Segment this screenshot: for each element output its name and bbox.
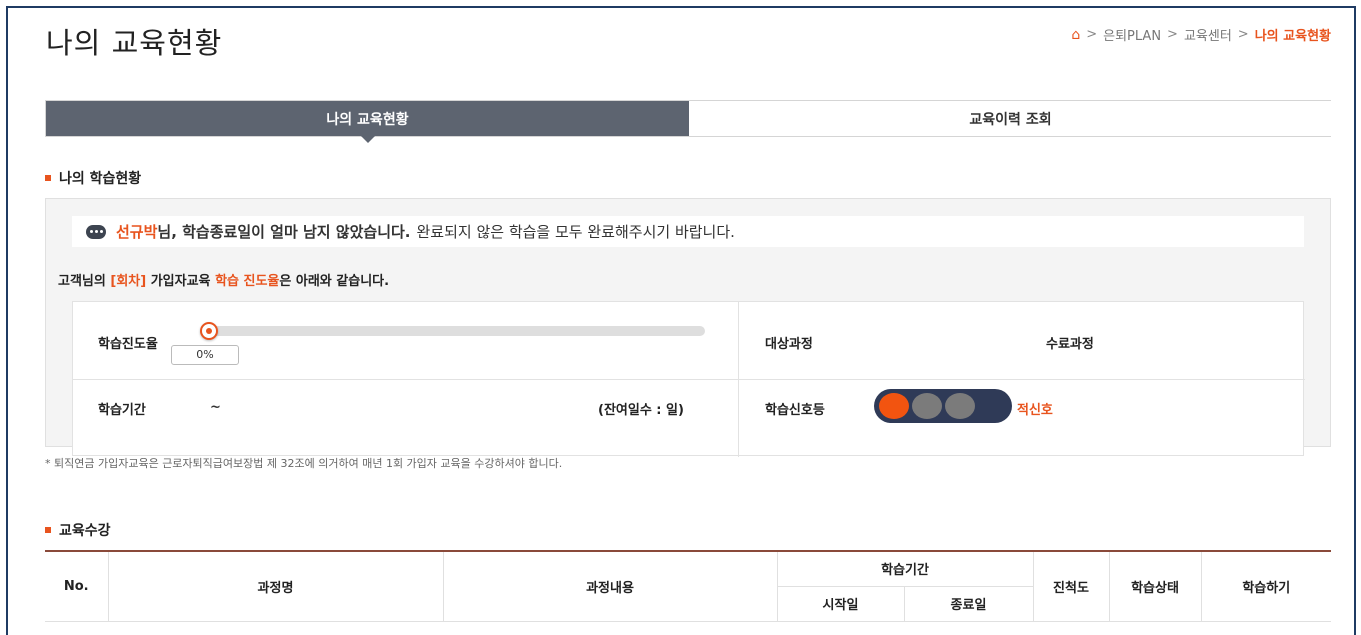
summary-round: [회차] [110,274,147,289]
tab-bar: 나의 교육현황 교육이력 조회 [45,100,1332,143]
learning-status-panel: 선규박 님, 학습종료일이 얼마 남지 않았습니다. 완료되지 않은 학습을 모… [45,198,1331,457]
remaining-days: (잔여일수 : 일) [598,403,684,418]
section-title-text: 나의 학습현황 [59,171,142,187]
footnote: * 퇴직연금 가입자교육은 근로자퇴직급여보장법 제 32조에 의거하여 매년 … [45,457,563,470]
learning-status-grid: 학습진도율 0% 대상과정 수료과정 학습기간 ~ (잔여일수 : 일) 학습신… [72,301,1305,457]
home-icon[interactable]: ⌂ [1071,27,1080,43]
grid-divider-horizontal [73,379,1305,380]
section-title-learning-status: 나의 학습현황 [45,168,141,188]
summary-prefix: 고객님의 [58,274,106,289]
course-table: No. 과정명 과정내용 학습기간 진척도 학습상태 학습하기 시작일 종료일 [45,550,1331,622]
progress-track [205,326,705,336]
summary-middle: 가입자교육 [150,274,211,289]
green-lamp-icon [945,393,975,419]
signal-label: 학습신호등 [765,403,825,418]
course-table-wrap: No. 과정명 과정내용 학습기간 진척도 학습상태 학습하기 시작일 종료일 [45,550,1331,622]
header-progress: 진척도 [1032,550,1110,622]
section-title-courses: 교육수강 [45,520,111,540]
header-no: No. [45,550,109,622]
completed-course-label: 수료과정 [1046,337,1094,352]
progress-knob [200,322,218,340]
header-start-date: 시작일 [776,585,905,622]
breadcrumb-current: 나의 교육현황 [1254,29,1331,44]
breadcrumb-separator: > [1167,27,1178,42]
breadcrumb-separator: > [1086,27,1098,42]
summary-highlight: 학습 진도율 [215,274,280,289]
deadline-notice: 선규박 님, 학습종료일이 얼마 남지 않았습니다. 완료되지 않은 학습을 모… [72,216,1304,247]
breadcrumb-item-education-center[interactable]: 교육센터 [1184,25,1232,44]
progress-value: 0% [171,345,239,365]
target-course-label: 대상과정 [765,337,813,352]
tab-education-history[interactable]: 교육이력 조회 [689,101,1332,136]
section-title-text: 교육수강 [59,523,111,539]
header-status: 학습상태 [1108,550,1202,622]
period-label: 학습기간 [98,403,146,418]
page-title: 나의 교육현황 [46,26,223,60]
tab-my-education[interactable]: 나의 교육현황 [46,101,689,143]
section-bullet [45,175,51,181]
header-course-content: 과정내용 [442,550,778,622]
progress-summary: 고객님의 [회차] 가입자교육 학습 진도율은 아래와 같습니다. [58,270,389,289]
signal-status: 적신호 [1017,403,1053,418]
yellow-lamp-icon [912,393,942,419]
header-end-date: 종료일 [903,585,1034,622]
header-action: 학습하기 [1200,550,1331,622]
notice-rest-text: 완료되지 않은 학습을 모두 완료해주시기 바랍니다. [416,223,735,241]
breadcrumb-item-retirement-plan[interactable]: 은퇴PLAN [1103,25,1161,44]
notice-strong-text: 님, 학습종료일이 얼마 남지 않았습니다. [157,223,411,241]
progress-label: 학습진도율 [98,337,158,352]
chat-bubble-icon [86,224,106,239]
breadcrumb-separator: > [1237,27,1249,42]
red-lamp-icon [879,393,909,419]
header-course-name: 과정명 [107,550,444,622]
period-value: ~ [210,400,221,415]
header-period: 학습기간 [776,550,1034,587]
breadcrumb: ⌂ > 은퇴PLAN > 교육센터 > 나의 교육현황 [1071,25,1331,45]
section-bullet [45,527,51,533]
traffic-light [874,389,1012,423]
summary-suffix: 은 아래와 같습니다. [279,274,390,289]
customer-name: 선규박 [116,223,158,241]
